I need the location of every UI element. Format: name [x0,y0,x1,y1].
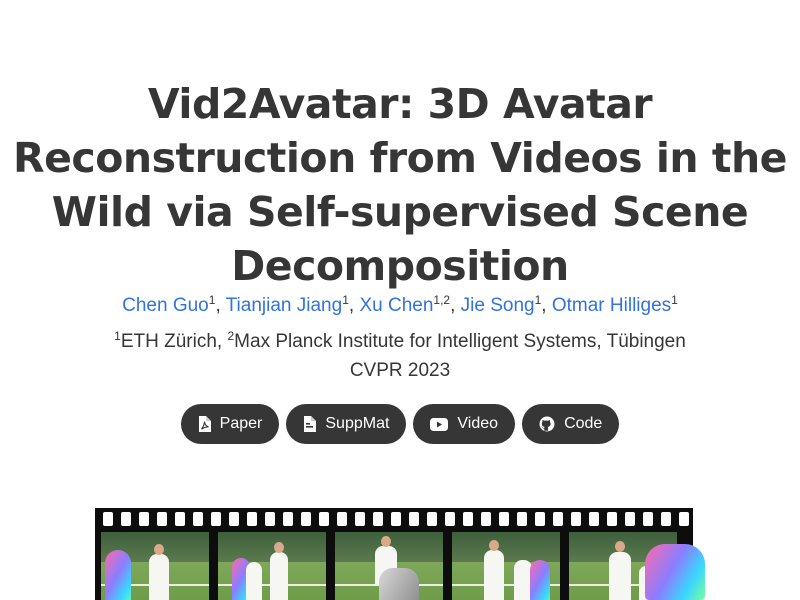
author-affiliation-sup: 1 [342,293,349,307]
film-hole [553,512,563,526]
code-button-label: Code [564,415,603,432]
file-icon [303,416,317,432]
film-hole [499,512,509,526]
github-icon [539,416,555,432]
film-hole [319,512,329,526]
avatar-render [530,560,550,600]
video-button[interactable]: Video [413,404,516,444]
paper-button-label: Paper [219,415,263,432]
avatar-render [645,544,705,600]
film-frame [101,532,209,600]
film-hole [463,512,473,526]
film-hole [355,512,365,526]
film-hole [445,512,455,526]
page-title: Vid2Avatar: 3D Avatar Reconstruction fro… [0,77,800,293]
film-hole [247,512,257,526]
tennis-player [484,550,504,600]
code-button[interactable]: Code [522,404,620,444]
film-frame [335,532,443,600]
suppmat-button-label: SuppMat [325,415,390,432]
film-hole [337,512,347,526]
film-hole [301,512,311,526]
author-link-chen-guo[interactable]: Chen Guo [122,295,209,316]
film-hole [535,512,545,526]
film-frame [452,532,560,600]
author-link-otmar-hilliges[interactable]: Otmar Hilliges [552,295,671,316]
link-buttons: Paper SuppMat Video Code [0,404,800,444]
affiliation-sup: 1 [114,329,121,343]
film-hole [409,512,419,526]
film-hole [373,512,383,526]
author-link-xu-chen[interactable]: Xu Chen [359,295,433,316]
film-hole [607,512,617,526]
film-hole [679,512,689,526]
author-separator: , [450,295,461,316]
film-hole [283,512,293,526]
title-line-3: Wild via Self-supervised Scene [51,188,749,237]
author-link-jie-song[interactable]: Jie Song [461,295,535,316]
film-hole [589,512,599,526]
suppmat-button[interactable]: SuppMat [286,404,407,444]
film-hole [121,512,131,526]
author-list: Chen Guo1, Tianjian Jiang1, Xu Chen1,2, … [0,294,800,318]
film-hole [661,512,671,526]
video-button-label: Video [457,415,499,432]
avatar-render [105,550,131,600]
film-hole [193,512,203,526]
film-hole [625,512,635,526]
title-line-1: Vid2Avatar: 3D Avatar [147,80,653,129]
film-hole [103,512,113,526]
author-affiliation-sup: 1,2 [433,293,451,307]
film-hole [139,512,149,526]
tennis-player [149,554,169,600]
title-line-4: Decomposition [231,242,569,291]
film-frames [101,532,677,600]
title-line-2: Reconstruction from Videos in the [13,134,787,183]
film-frame [218,532,326,600]
film-hole [211,512,221,526]
film-hole [481,512,491,526]
tennis-player [270,552,288,600]
film-hole [571,512,581,526]
author-separator: , [541,295,552,316]
film-hole [427,512,437,526]
film-perforations [95,512,693,528]
author-separator: , [348,295,360,316]
author-separator: , [215,295,226,316]
author-affiliation-sup: 1 [671,293,678,307]
venue: CVPR 2023 [349,360,451,381]
tennis-player [609,552,631,600]
film-hole [391,512,401,526]
avatar-render [379,568,419,600]
film-hole [175,512,185,526]
film-hole [643,512,653,526]
pdf-icon [198,416,211,432]
affiliation-separator: , [216,331,228,352]
affiliations: 1ETH Zürich, 2Max Planck Institute for I… [0,330,800,354]
paper-button[interactable]: Paper [180,404,280,444]
tennis-player [246,562,262,600]
affiliation-eth: ETH Zürich [120,331,217,352]
author-link-tianjian-jiang[interactable]: Tianjian Jiang [226,295,343,316]
teaser-filmstrip [95,508,693,600]
film-hole [157,512,167,526]
film-hole [517,512,527,526]
youtube-icon [430,417,449,431]
film-hole [265,512,275,526]
film-hole [229,512,239,526]
affiliation-mpi: Max Planck Institute for Intelligent Sys… [234,331,686,352]
